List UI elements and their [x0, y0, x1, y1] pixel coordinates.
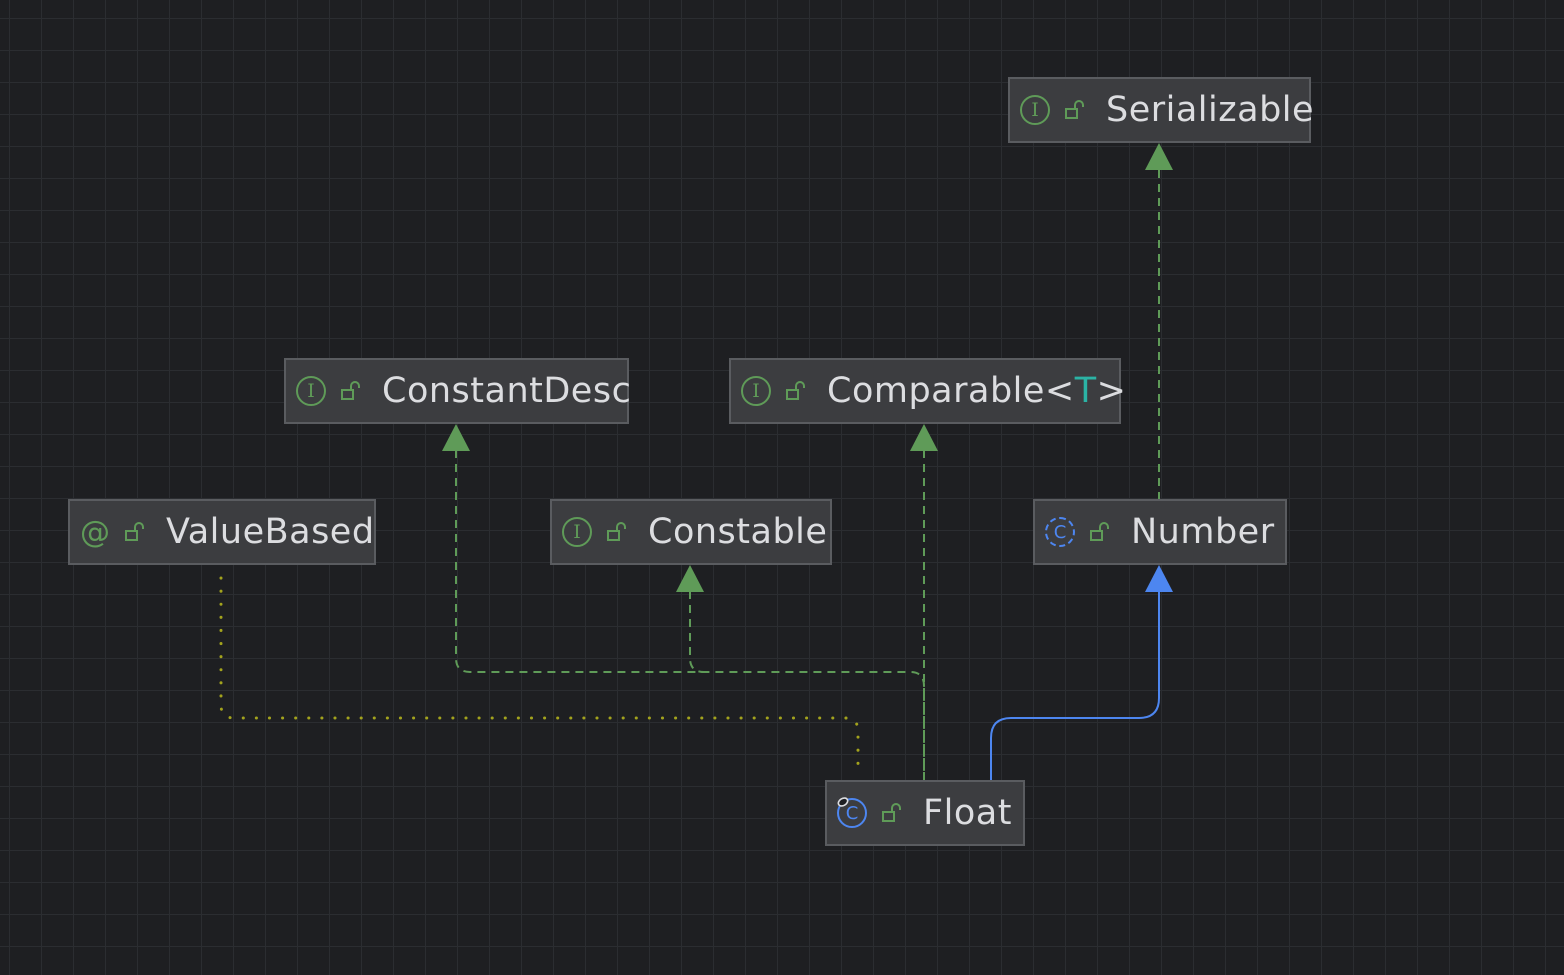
arrowhead-constable	[676, 565, 704, 592]
unlocked-padlock-icon	[125, 522, 144, 541]
node-float[interactable]: C Float	[825, 780, 1025, 846]
node-number[interactable]: C Number	[1033, 499, 1287, 565]
arrowhead-constantdesc	[442, 424, 470, 451]
interface-icon: I	[1020, 95, 1050, 125]
node-serializable[interactable]: I Serializable	[1008, 77, 1315, 143]
node-label: ValueBased	[166, 512, 375, 552]
interface-icon: I	[296, 376, 326, 406]
node-constantdesc[interactable]: I ConstantDesc	[284, 358, 632, 424]
node-constable[interactable]: I Constable	[550, 499, 832, 565]
arrowhead-comparable	[910, 424, 938, 451]
unlocked-padlock-icon	[786, 381, 805, 400]
unlocked-padlock-icon	[882, 803, 901, 822]
edge-float-valuebased	[219, 576, 860, 772]
arrowhead-number	[1145, 565, 1173, 592]
node-label: Number	[1131, 512, 1275, 552]
node-label: Comparable<T>	[827, 371, 1126, 411]
node-comparable[interactable]: I Comparable<T>	[729, 358, 1126, 424]
interface-icon: I	[741, 376, 771, 406]
abstract-class-icon: C	[1045, 517, 1075, 547]
unlocked-padlock-icon	[341, 381, 360, 400]
edge-float-constable	[689, 591, 705, 673]
final-pin-icon	[837, 797, 849, 807]
node-label: Serializable	[1106, 90, 1315, 130]
node-label: Constable	[648, 512, 828, 552]
unlocked-padlock-icon	[1090, 522, 1109, 541]
diagram-edges	[219, 143, 1173, 780]
node-label: ConstantDesc	[382, 371, 632, 411]
interface-icon: I	[562, 517, 592, 547]
edge-float-number	[990, 591, 1160, 780]
unlocked-padlock-icon	[1065, 100, 1084, 119]
node-label-suffix: >	[1096, 371, 1127, 411]
arrowhead-serializable	[1145, 143, 1173, 170]
node-valuebased[interactable]: @ ValueBased	[68, 499, 376, 565]
unlocked-padlock-icon	[607, 522, 626, 541]
node-label-name: Comparable<	[827, 371, 1075, 411]
type-parameter: T	[1074, 371, 1097, 411]
node-label: Float	[923, 793, 1012, 833]
annotation-icon: @	[80, 514, 110, 550]
uml-diagram-canvas[interactable]: I Serializable I ConstantDesc I Comparab…	[0, 0, 1564, 975]
